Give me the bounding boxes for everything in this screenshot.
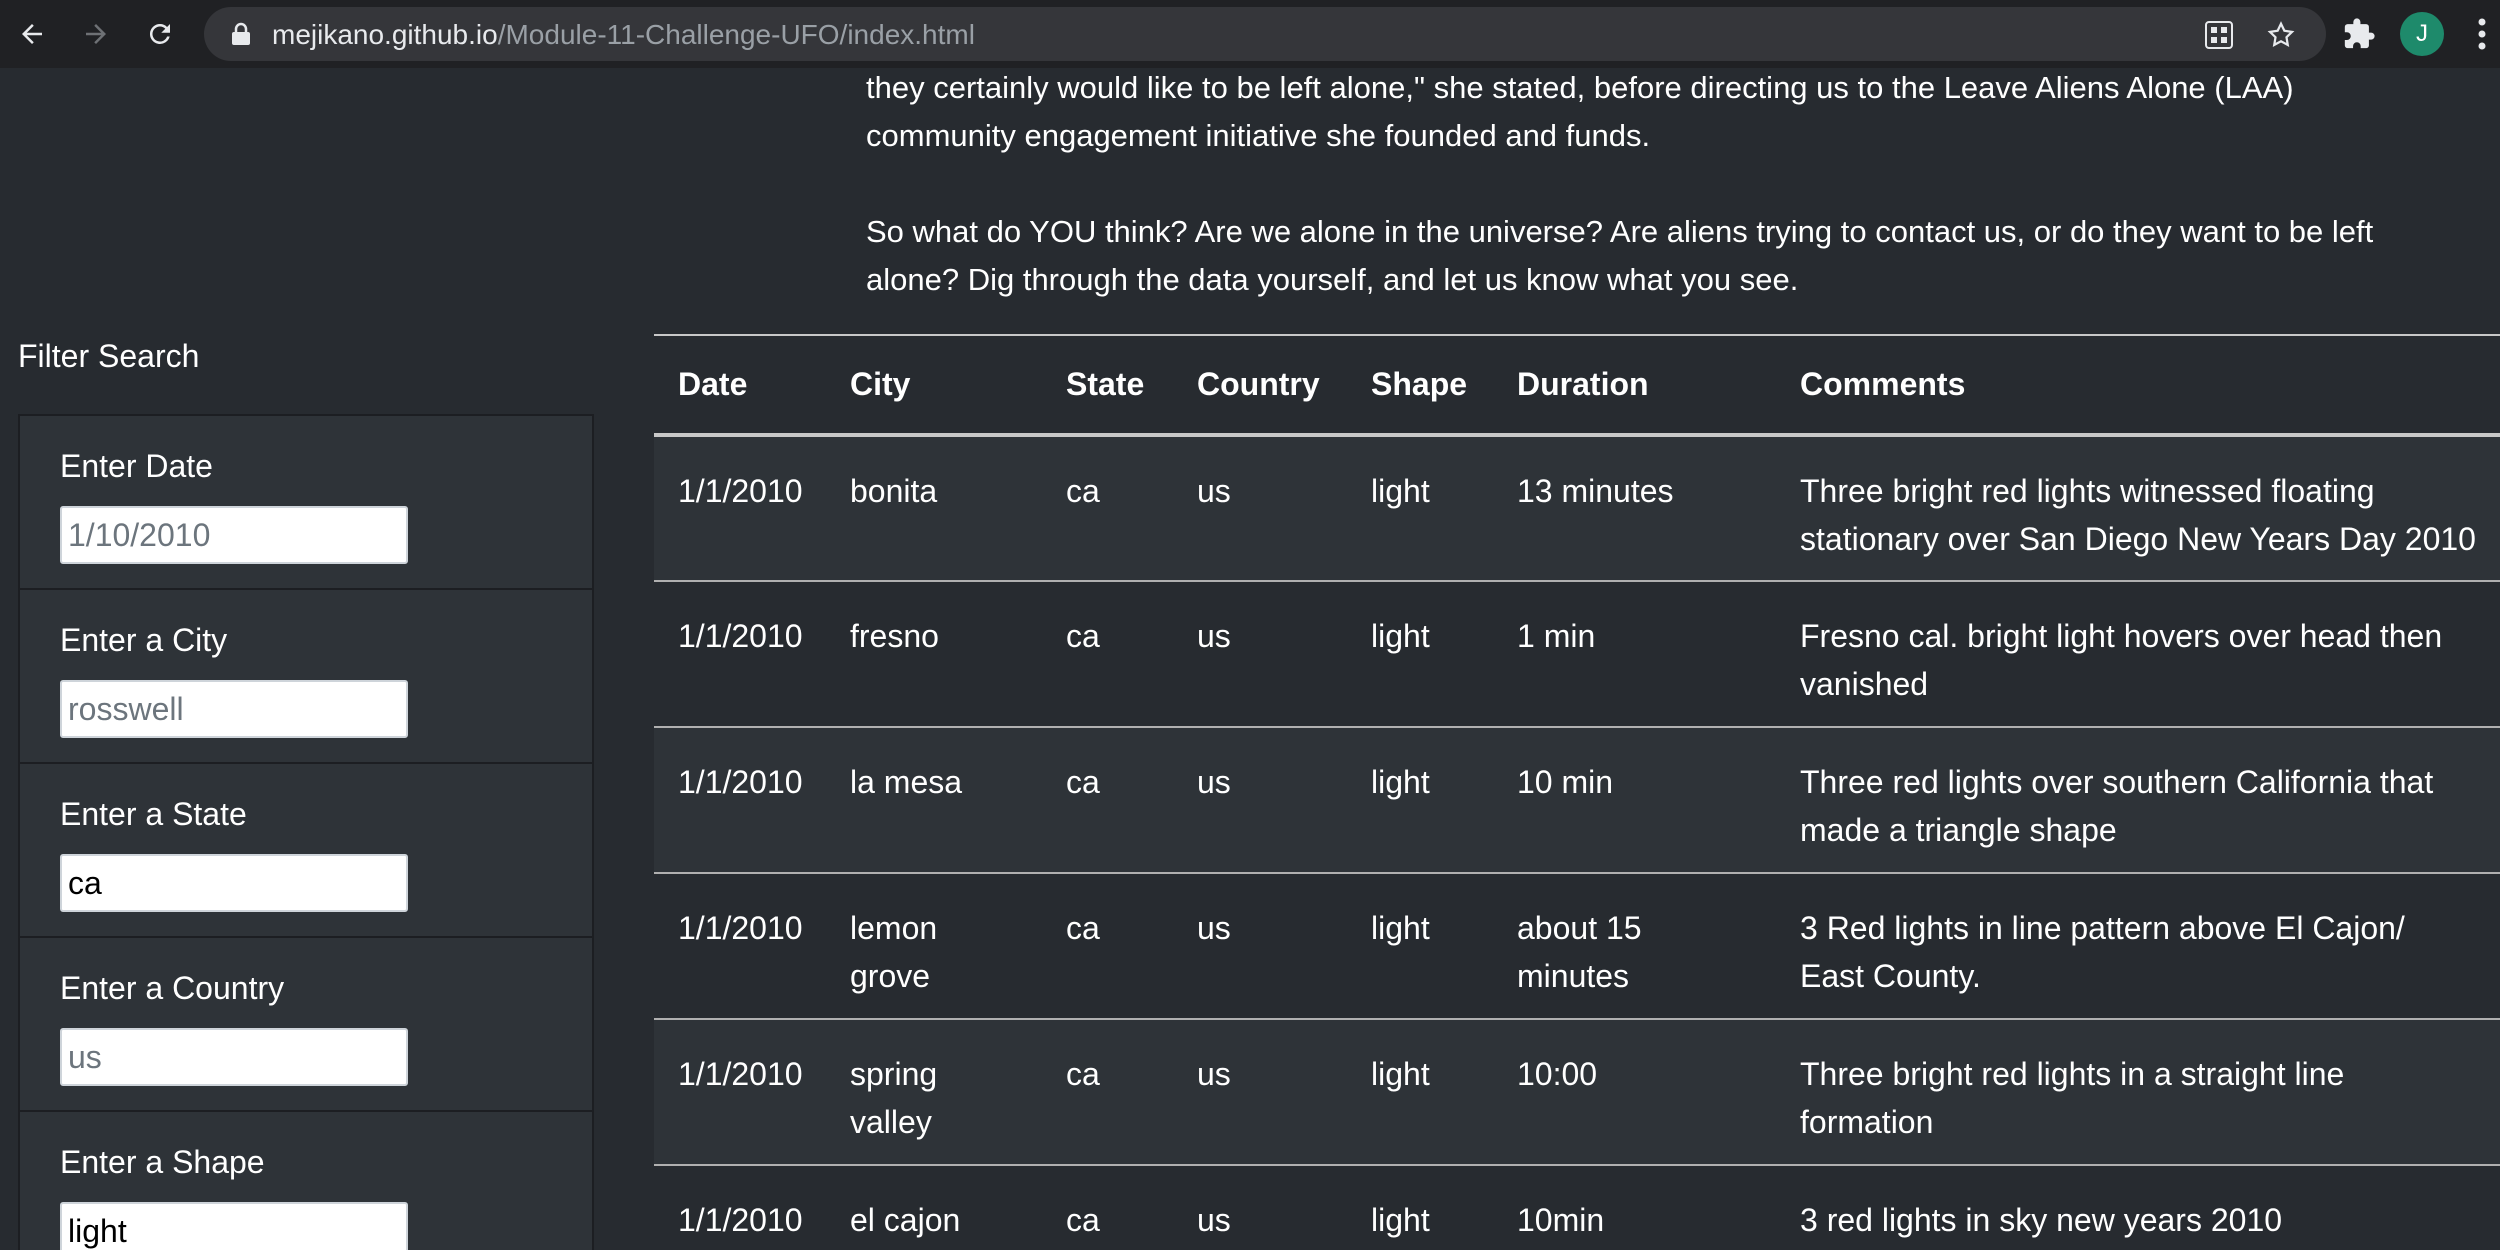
- back-arrow-icon[interactable]: [10, 12, 54, 56]
- table-row: 1/1/2010 el cajon ca us light 10min 3 red ligh…: [654, 1165, 2500, 1250]
- state-filter-input[interactable]: [60, 854, 408, 912]
- table-cell: about 15 minutes: [1493, 873, 1776, 1020]
- table-cell: bonita: [826, 435, 1042, 582]
- address-bar[interactable]: mejikano.github.io/Module-11-Challenge-U…: [204, 7, 2326, 61]
- lock-icon[interactable]: [230, 22, 252, 46]
- table-cell: 1/1/2010: [654, 581, 826, 728]
- table-cell: Three red lights over southern Californi…: [1776, 727, 2500, 874]
- column-header: Duration: [1493, 334, 1776, 437]
- table-cell: us: [1173, 435, 1347, 582]
- table-cell: ca: [1042, 873, 1173, 1020]
- date-filter-input[interactable]: [60, 506, 408, 564]
- table-cell: 3 Red lights in line pattern above El Ca…: [1776, 873, 2500, 1020]
- table-cell: 1/1/2010: [654, 873, 826, 1020]
- table-cell: light: [1347, 581, 1493, 728]
- table-cell: light: [1347, 435, 1493, 582]
- table-cell: us: [1173, 727, 1347, 874]
- table-cell: lemon grove: [826, 873, 1042, 1020]
- intro-line: they certainly would like to be left alo…: [866, 70, 2294, 105]
- column-header: Date: [654, 334, 826, 437]
- intro-line: community engagement initiative she foun…: [866, 118, 1651, 153]
- intro-line: So what do YOU think? Are we alone in th…: [866, 214, 2374, 249]
- city-filter-input[interactable]: [60, 680, 408, 738]
- extensions-puzzle-icon[interactable]: [2342, 17, 2376, 51]
- table-cell: light: [1347, 873, 1493, 1020]
- filter-label: Enter a Shape: [60, 1144, 265, 1180]
- intro-paragraph-1: they certainly would like to be left alo…: [866, 64, 2466, 160]
- table-body: 1/1/2010 bonita ca us light 13 minutes Three b…: [654, 435, 2500, 1250]
- filter-search-title: Filter Search: [18, 338, 200, 374]
- table-cell: us: [1173, 873, 1347, 1020]
- table-cell: 13 minutes: [1493, 435, 1776, 582]
- column-header: Comments: [1776, 334, 2500, 437]
- table-cell: light: [1347, 1165, 1493, 1250]
- table-cell: el cajon: [826, 1165, 1042, 1250]
- url-host: mejikano.github.io: [272, 19, 498, 50]
- table-cell: ca: [1042, 1019, 1173, 1166]
- filter-label: Enter a City: [60, 622, 228, 658]
- table-cell: 1/1/2010: [654, 435, 826, 582]
- table-cell: 10 min: [1493, 727, 1776, 874]
- column-header: Country: [1173, 334, 1347, 437]
- column-header: State: [1042, 334, 1173, 437]
- table-row: 1/1/2010 fresno ca us light 1 min Fresno cal. …: [654, 581, 2500, 728]
- browser-toolbar: mejikano.github.io/Module-11-Challenge-U…: [0, 0, 2500, 68]
- filter-label: Enter Date: [60, 448, 213, 484]
- url-text[interactable]: mejikano.github.io/Module-11-Challenge-U…: [272, 19, 975, 51]
- table-cell: spring valley: [826, 1019, 1042, 1166]
- table-cell: ca: [1042, 1165, 1173, 1250]
- country-filter-input[interactable]: [60, 1028, 408, 1086]
- table-cell: 1/1/2010: [654, 727, 826, 874]
- kebab-menu-icon[interactable]: [2476, 16, 2488, 52]
- intro-paragraph-2: So what do YOU think? Are we alone in th…: [866, 208, 2466, 304]
- intro-article: they certainly would like to be left alo…: [866, 68, 2466, 304]
- filter-label: Enter a Country: [60, 970, 285, 1006]
- table-cell: 1 min: [1493, 581, 1776, 728]
- table-cell: ca: [1042, 581, 1173, 728]
- ufo-sightings-table: Date City State Country Shape Duration C…: [654, 334, 2500, 1250]
- filter-list: Enter Date Enter a City Enter a State En…: [18, 414, 594, 1250]
- table-cell: ca: [1042, 727, 1173, 874]
- intro-line: alone? Dig through the data yourself, an…: [866, 262, 1799, 297]
- table-cell: Three bright red lights witnessed floati…: [1776, 435, 2500, 582]
- filter-item-state: Enter a State: [20, 764, 592, 938]
- column-header: Shape: [1347, 334, 1493, 437]
- filter-item-city: Enter a City: [20, 590, 592, 764]
- reload-icon[interactable]: [138, 12, 182, 56]
- table-cell: light: [1347, 727, 1493, 874]
- table-header-row: Date City State Country Shape Duration C…: [654, 334, 2500, 437]
- bookmark-star-icon[interactable]: [2266, 20, 2296, 50]
- table-cell: us: [1173, 581, 1347, 728]
- filter-item-country: Enter a Country: [20, 938, 592, 1112]
- forward-arrow-icon[interactable]: [74, 12, 118, 56]
- filter-item-date: Enter Date: [20, 416, 592, 590]
- column-header: City: [826, 334, 1042, 437]
- app-grid-icon[interactable]: [2204, 20, 2234, 50]
- table-cell: Three bright red lights in a straight li…: [1776, 1019, 2500, 1166]
- table-cell: 1/1/2010: [654, 1019, 826, 1166]
- table-row: 1/1/2010 bonita ca us light 13 minutes Three b…: [654, 435, 2500, 582]
- table-cell: 1/1/2010: [654, 1165, 826, 1250]
- table-cell: Fresno cal. bright light hovers over hea…: [1776, 581, 2500, 728]
- table-cell: 10:00: [1493, 1019, 1776, 1166]
- filter-item-shape: Enter a Shape: [20, 1112, 592, 1250]
- table-cell: us: [1173, 1019, 1347, 1166]
- filter-label: Enter a State: [60, 796, 247, 832]
- url-path: /Module-11-Challenge-UFO/index.html: [497, 19, 975, 50]
- table-row: 1/1/2010 lemon grove ca us light about 15 min…: [654, 873, 2500, 1020]
- table-cell: la mesa: [826, 727, 1042, 874]
- table-cell: us: [1173, 1165, 1347, 1250]
- table-row: 1/1/2010 la mesa ca us light 10 min Three red …: [654, 727, 2500, 874]
- table-cell: 3 red lights in sky new years 2010: [1776, 1165, 2500, 1250]
- profile-avatar[interactable]: J: [2400, 12, 2444, 56]
- table-cell: light: [1347, 1019, 1493, 1166]
- table-cell: ca: [1042, 435, 1173, 582]
- shape-filter-input[interactable]: [60, 1202, 408, 1250]
- ufo-table-container: Date City State Country Shape Duration C…: [654, 334, 2500, 1250]
- table-cell: 10min: [1493, 1165, 1776, 1250]
- table-row: 1/1/2010 spring valley ca us light 10:00 Three…: [654, 1019, 2500, 1166]
- table-cell: fresno: [826, 581, 1042, 728]
